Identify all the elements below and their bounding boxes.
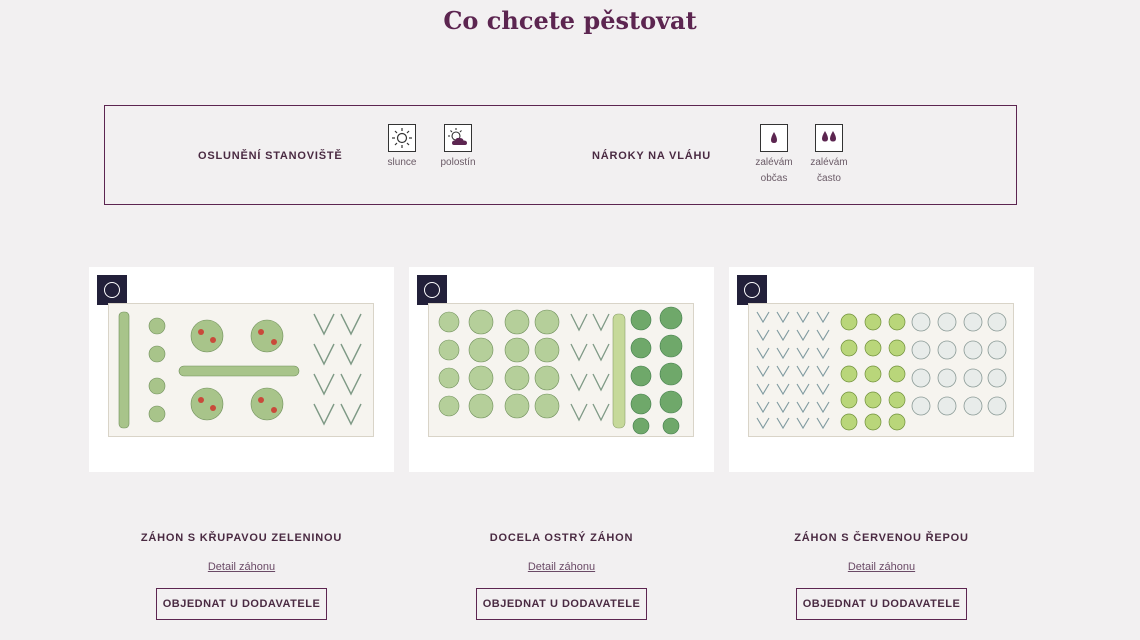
bed-illustration: [89, 267, 394, 472]
sun-option[interactable]: slunce: [372, 124, 432, 171]
page-title: Co chcete pěstovat: [443, 6, 697, 35]
garden-bed-drawing: [428, 303, 694, 437]
bed-card: ZÁHON S KŘUPAVOU ZELENINOU Detail záhonu…: [89, 267, 394, 620]
double-drop-icon: [815, 124, 843, 152]
detail-link[interactable]: Detail záhonu: [409, 561, 714, 573]
order-button[interactable]: OBJEDNAT U DODAVATELE: [476, 588, 647, 620]
card-title: ZÁHON S ČERVENOU ŘEPOU: [794, 532, 969, 544]
select-checkbox[interactable]: [737, 275, 767, 305]
partial-shade-option-label: polostín: [440, 157, 476, 168]
order-button[interactable]: OBJEDNAT U DODAVATELE: [156, 588, 327, 620]
card-title: ZÁHON S KŘUPAVOU ZELENINOU: [140, 532, 343, 544]
bed-card: ZÁHON S ČERVENOU ŘEPOU Detail záhonu OBJ…: [729, 267, 1034, 620]
card-title: DOCELA OSTRÝ ZÁHON: [489, 532, 634, 544]
garden-bed-drawing: [108, 303, 374, 437]
bed-illustration: [409, 267, 714, 472]
water-often-option[interactable]: zalévám často: [799, 124, 859, 187]
sun-filter-label: OSLUNĚNÍ STANOVIŠTĚ: [198, 150, 343, 162]
garden-bed-drawing: [748, 303, 1014, 437]
water-occasionally-option[interactable]: zalévám občas: [744, 124, 804, 187]
bed-card: DOCELA OSTRÝ ZÁHON Detail záhonu OBJEDNA…: [409, 267, 714, 620]
circle-icon: [104, 282, 120, 298]
order-button[interactable]: OBJEDNAT U DODAVATELE: [796, 588, 967, 620]
select-checkbox[interactable]: [417, 275, 447, 305]
circle-icon: [424, 282, 440, 298]
filter-panel: OSLUNĚNÍ STANOVIŠTĚ slunce polostín NÁRO…: [104, 105, 1017, 205]
select-checkbox[interactable]: [97, 275, 127, 305]
sun-icon: [388, 124, 416, 152]
partial-shade-option[interactable]: polostín: [428, 124, 488, 171]
detail-link[interactable]: Detail záhonu: [89, 561, 394, 573]
water-occasionally-label: zalévám občas: [755, 157, 793, 184]
circle-icon: [744, 282, 760, 298]
sun-option-label: slunce: [387, 157, 417, 168]
single-drop-icon: [760, 124, 788, 152]
detail-link[interactable]: Detail záhonu: [729, 561, 1034, 573]
bed-illustration: [729, 267, 1034, 472]
water-often-label: zalévám často: [810, 157, 848, 184]
partly-cloudy-icon: [444, 124, 472, 152]
moisture-filter-label: NÁROKY NA VLÁHU: [592, 150, 711, 162]
